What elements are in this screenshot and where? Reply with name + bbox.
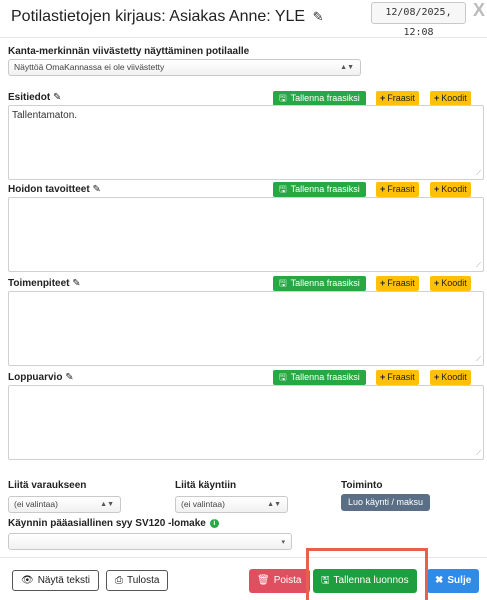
plus-icon: + [380, 93, 386, 103]
chevron-down-icon: ▾ [281, 539, 285, 546]
kanta-label: Kanta-merkinnän viivästetty näyttäminen … [8, 46, 250, 57]
section-label-hoidon-tavoitteet: Hoidon tavoitteet ✎ [8, 184, 101, 195]
create-visit-button[interactable]: Luo käynti / maksu [341, 494, 431, 511]
save-phrase-button[interactable]: 🖫 Tallenna fraasiksi [273, 182, 366, 197]
kaynti-label: Liitä käyntiin [175, 480, 237, 491]
esitiedot-textarea[interactable]: Tallentamaton. ⟋ [8, 105, 484, 180]
save-icon: 🖫 [279, 372, 287, 382]
close-icon[interactable]: X [473, 0, 485, 21]
select-arrows-icon: ▲▼ [100, 501, 114, 508]
codes-button[interactable]: + Koodit [430, 182, 471, 197]
select-arrows-icon: ▲▼ [340, 64, 354, 71]
info-icon[interactable]: i [209, 518, 219, 528]
section-label-loppuarvio: Loppuarvio ✎ [8, 372, 74, 383]
kanta-select[interactable]: Näyttöä OmaKannassa ei ole viivästetty ▲… [8, 59, 361, 76]
toimenpiteet-textarea[interactable]: ⟋ [8, 291, 484, 366]
syy-label: Käynnin pääasiallinen syy SV120 -lomake i [8, 518, 219, 529]
close-icon: ✖ [435, 575, 444, 586]
plus-icon: + [380, 184, 386, 194]
save-icon: 🖫 [279, 278, 287, 288]
save-phrase-button[interactable]: 🖫 Tallenna fraasiksi [273, 276, 366, 291]
date-field[interactable]: 12/08/2025, 12:08 [371, 2, 466, 38]
varaus-select[interactable]: (ei valintaa) ▲▼ [8, 496, 121, 513]
codes-button[interactable]: + Koodit [430, 370, 471, 385]
resize-grip-icon[interactable]: ⟋ [476, 170, 481, 178]
resize-grip-icon[interactable]: ⟋ [476, 262, 481, 270]
modal-title-text: Potilastietojen kirjaus: Asiakas Anne: Y… [11, 8, 306, 25]
select-arrows-icon: ▲▼ [267, 501, 281, 508]
plus-icon: + [434, 372, 440, 382]
print-button[interactable]: ⎙ Tulosta [106, 570, 169, 591]
esitiedot-text: Tallentamaton. [12, 110, 78, 121]
plus-icon: + [380, 372, 386, 382]
phrases-button[interactable]: + Fraasit [376, 370, 419, 385]
plus-icon: + [434, 93, 440, 103]
modal-title: Potilastietojen kirjaus: Asiakas Anne: Y… [11, 8, 323, 26]
close-button[interactable]: ✖ Sulje [427, 569, 480, 593]
phrases-button[interactable]: + Fraasit [376, 182, 419, 197]
plus-icon: + [380, 278, 386, 288]
section-label-toimenpiteet: Toimenpiteet ✎ [8, 278, 81, 289]
highlight-box [306, 548, 428, 600]
syy-select[interactable]: ▾ [8, 533, 292, 550]
trash-icon: 🗑 [257, 575, 270, 586]
plus-icon: + [434, 184, 440, 194]
phrases-button[interactable]: + Fraasit [376, 276, 419, 291]
save-phrase-button[interactable]: 🖫 Tallenna fraasiksi [273, 370, 366, 385]
save-icon: 🖫 [279, 93, 287, 103]
varaus-label: Liitä varaukseen [8, 480, 87, 491]
toiminto-label: Toiminto [341, 480, 383, 491]
hoidon-tavoitteet-textarea[interactable]: ⟋ [8, 197, 484, 272]
save-phrase-button[interactable]: 🖫 Tallenna fraasiksi [273, 91, 366, 106]
phrases-button[interactable]: + Fraasit [376, 91, 419, 106]
section-label-esitiedot: Esitiedot ✎ [8, 92, 62, 103]
modal-header: Potilastietojen kirjaus: Asiakas Anne: Y… [0, 0, 487, 38]
edit-icon[interactable]: ✎ [313, 9, 324, 24]
plus-icon: + [434, 278, 440, 288]
kanta-select-value: Näyttöä OmaKannassa ei ole viivästetty [14, 62, 165, 72]
resize-grip-icon[interactable]: ⟋ [476, 356, 481, 364]
delete-button[interactable]: 🗑 Poista [249, 569, 310, 593]
show-text-button[interactable]: 👁 Näytä teksti [12, 570, 99, 591]
codes-button[interactable]: + Koodit [430, 91, 471, 106]
loppuarvio-textarea[interactable]: ⟋ [8, 385, 484, 460]
resize-grip-icon[interactable]: ⟋ [476, 450, 481, 458]
codes-button[interactable]: + Koodit [430, 276, 471, 291]
printer-icon: ⎙ [115, 575, 123, 586]
kaynti-select[interactable]: (ei valintaa) ▲▼ [175, 496, 288, 513]
eye-icon: 👁 [21, 575, 34, 586]
save-icon: 🖫 [279, 184, 287, 194]
